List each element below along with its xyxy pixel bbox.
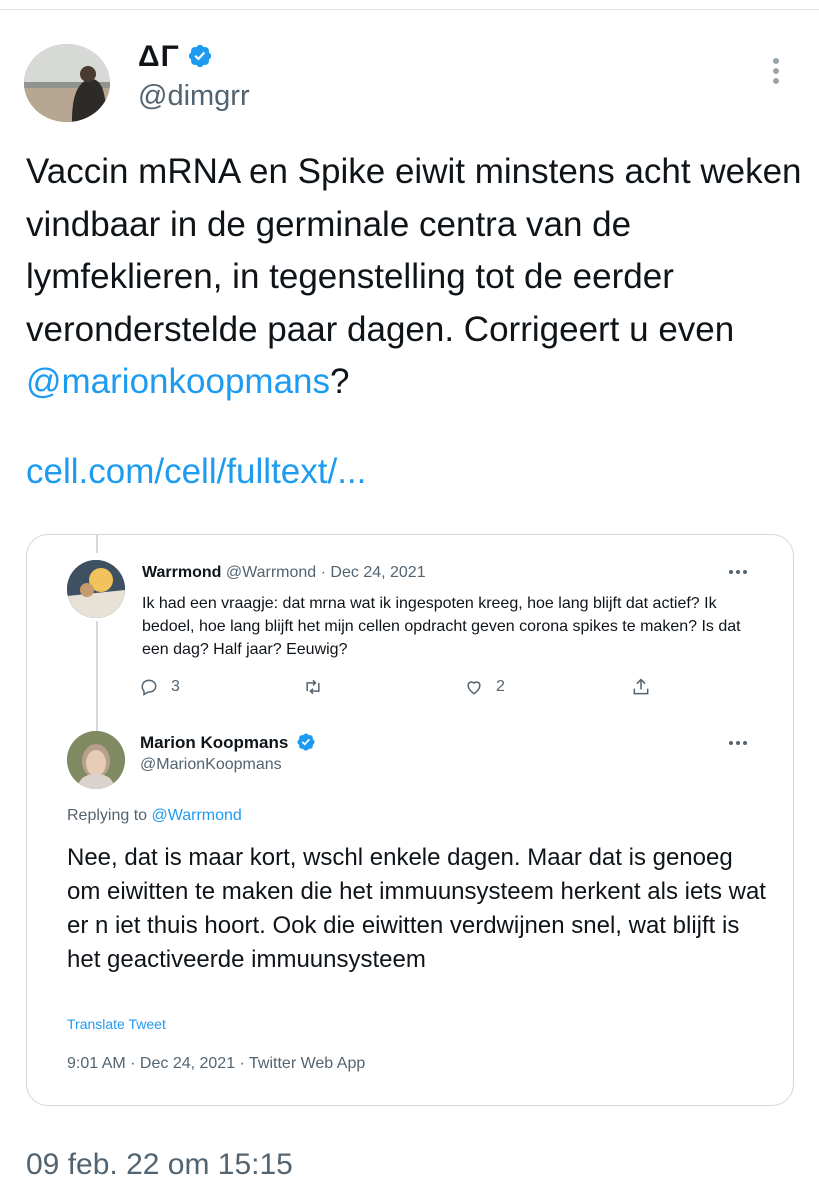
reply-count: 3: [171, 678, 180, 695]
warrmond-tweet-text: Ik had een vraagje: dat mrna wat ik inge…: [142, 595, 741, 658]
author-avatar[interactable]: [24, 44, 110, 122]
marion-koopmans-handle[interactable]: @MarionKoopmans: [140, 756, 282, 774]
tweet-text: Vaccin mRNA en Spike eiwit minstens acht…: [26, 146, 806, 409]
replying-to-line: Replying to @Warrmond: [67, 807, 242, 825]
marion-koopmans-name[interactable]: Marion Koopmans: [140, 733, 288, 753]
tweet-text-end: ?: [330, 362, 350, 401]
author-name[interactable]: ΔΓ: [138, 40, 180, 74]
header-separator: ·: [320, 564, 326, 581]
retweet-icon: [306, 679, 320, 695]
replying-to-mention[interactable]: @Warrmond: [152, 807, 242, 824]
tweet-timestamp[interactable]: 09 feb. 22 om 15:15: [26, 1148, 293, 1182]
warrmond-handle[interactable]: @Warrmond: [226, 564, 316, 581]
more-dots-icon[interactable]: [766, 56, 786, 86]
tweet-body: Vaccin mRNA en Spike eiwit minstens acht…: [26, 152, 802, 349]
like-count: 2: [496, 678, 505, 695]
share-action[interactable]: [631, 677, 651, 697]
quoted-thread-card[interactable]: Warrmond @Warrmond · Dec 24, 2021 Ik had…: [26, 534, 794, 1106]
replying-prefix: Replying to: [67, 807, 152, 824]
verified-badge-icon: [297, 733, 315, 751]
marion-koopmans-tweet-text: Nee, dat is maar kort, wschl enkele dage…: [67, 844, 766, 973]
share-icon: [633, 678, 649, 695]
warrmond-avatar[interactable]: [67, 560, 125, 618]
quoted-first-header: Warrmond @Warrmond · Dec 24, 2021: [142, 564, 426, 582]
warrmond-date[interactable]: Dec 24, 2021: [330, 564, 425, 581]
reply-action[interactable]: 3: [139, 677, 180, 697]
more-dots-icon[interactable]: [727, 567, 749, 577]
retweet-action[interactable]: [303, 677, 323, 697]
translate-tweet-link[interactable]: Translate Tweet: [67, 1016, 166, 1032]
like-icon: [467, 681, 481, 695]
tweet-url-link[interactable]: cell.com/cell/fulltext/...: [26, 448, 366, 496]
more-dots-icon[interactable]: [727, 738, 749, 748]
like-action[interactable]: 2: [464, 677, 505, 697]
quoted-tweet-meta: 9:01 AM · Dec 24, 2021 · Twitter Web App: [67, 1055, 366, 1072]
top-divider: [0, 9, 819, 10]
action-bar: 3 2: [27, 677, 793, 701]
marion-koopmans-avatar[interactable]: [67, 731, 125, 789]
verified-badge-icon: [188, 44, 212, 68]
reply-icon: [141, 679, 157, 696]
warrmond-name[interactable]: Warrmond: [142, 564, 221, 581]
tweet-mention-link[interactable]: @marionkoopmans: [26, 362, 330, 401]
thread-connector-top: [96, 535, 98, 553]
author-handle[interactable]: @dimgrr: [138, 80, 250, 113]
